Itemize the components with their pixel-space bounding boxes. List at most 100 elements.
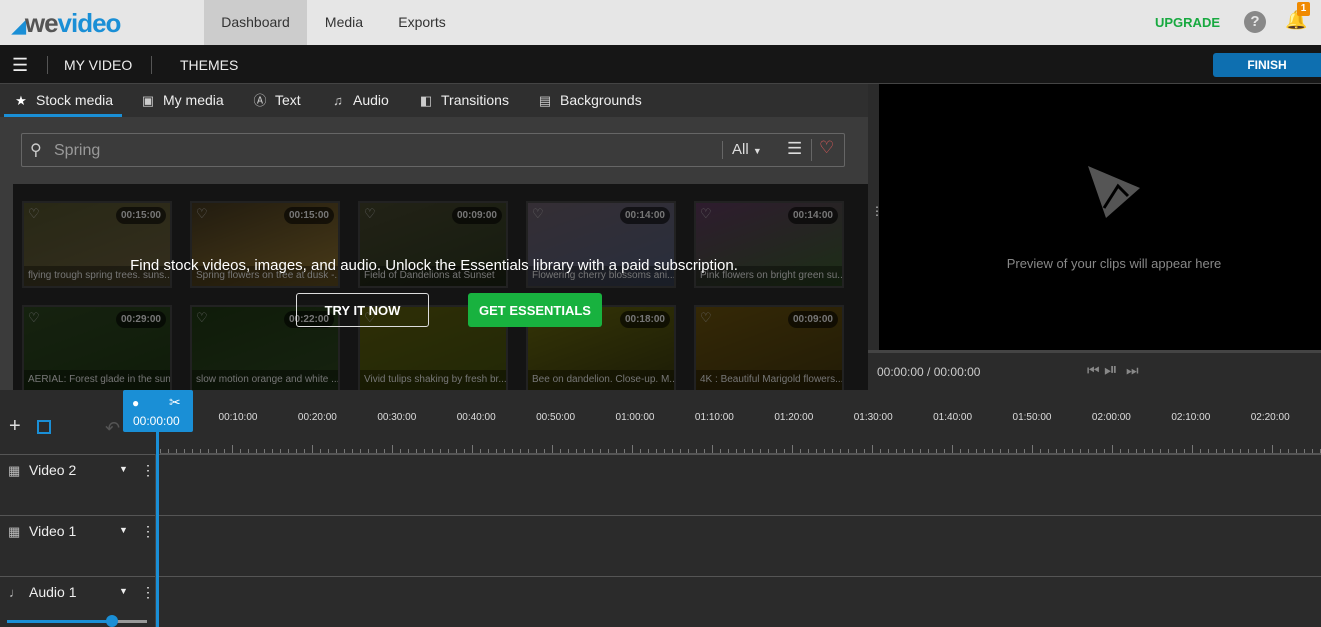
ruler-tick xyxy=(536,449,537,453)
film-icon: ▦ xyxy=(8,463,21,478)
tab-backgrounds[interactable]: ▤ Backgrounds xyxy=(537,84,642,117)
media-thumbnail[interactable]: ♡ 00:09:00 Field of Dandelions at Sunset xyxy=(358,201,508,288)
grid-gutter xyxy=(0,184,13,390)
nav-exports[interactable]: Exports xyxy=(381,0,463,45)
chevron-down-icon[interactable]: ▼ xyxy=(119,586,128,596)
heart-icon[interactable]: ♡ xyxy=(700,206,712,222)
ruler-tick xyxy=(968,449,969,453)
nav-dashboard[interactable]: Dashboard xyxy=(204,0,307,45)
ruler-tick xyxy=(288,449,289,453)
heart-icon[interactable]: ♡ xyxy=(532,206,544,222)
finish-button[interactable]: FINISH xyxy=(1213,53,1321,77)
wevideo-logo[interactable]: ◢wevideo xyxy=(12,8,121,39)
track-name: Audio 1 xyxy=(29,584,77,600)
tab-audio[interactable]: ♫ Audio xyxy=(330,84,389,117)
playhead[interactable]: ● ✂ 00:00:00 xyxy=(123,390,193,432)
track-name: Video 2 xyxy=(29,462,77,478)
heart-icon[interactable]: ♡ xyxy=(28,206,40,222)
duration-badge: 00:14:00 xyxy=(787,207,838,224)
track-name: Video 1 xyxy=(29,523,77,539)
ruler-tick xyxy=(424,449,425,453)
ruler-label: 01:00:00 xyxy=(615,412,655,423)
ruler-tick xyxy=(640,449,641,453)
settings-sliders-icon[interactable]: ☰ xyxy=(787,139,802,159)
ruler-label: 02:10:00 xyxy=(1171,412,1211,423)
more-options-icon[interactable]: ⋮ xyxy=(141,523,155,540)
hamburger-menu-icon[interactable]: ☰ xyxy=(12,55,28,76)
undo-icon[interactable]: ↶ xyxy=(105,418,120,439)
get-essentials-button[interactable]: GET ESSENTIALS xyxy=(468,293,602,327)
ruler-tick xyxy=(232,445,233,453)
ruler-tick xyxy=(408,449,409,453)
scissors-icon[interactable]: ✂ xyxy=(169,394,181,411)
nav-media[interactable]: Media xyxy=(307,0,381,45)
add-track-icon[interactable]: + xyxy=(9,415,21,438)
ruler-label: 00:20:00 xyxy=(297,412,337,423)
tab-text[interactable]: Ⓐ Text xyxy=(252,84,300,117)
audio-volume-slider[interactable] xyxy=(7,615,147,627)
heart-icon[interactable]: ♡ xyxy=(28,310,40,326)
ruler-tick xyxy=(856,449,857,453)
tab-transitions[interactable]: ◧ Transitions xyxy=(418,84,509,117)
ruler-tick xyxy=(1256,449,1257,453)
star-icon: ★ xyxy=(15,92,27,108)
ruler-tick xyxy=(576,449,577,453)
skip-back-icon[interactable]: ⏮ xyxy=(1087,362,1100,379)
heart-icon[interactable]: ♡ xyxy=(196,310,208,326)
filter-select[interactable]: All ▼ xyxy=(732,141,762,158)
ruler-tick xyxy=(320,449,321,453)
ruler-tick xyxy=(552,445,553,453)
ruler-tick xyxy=(1024,449,1025,453)
media-thumbnail[interactable]: ♡ 00:15:00 Spring flowers on tree at dusk … xyxy=(190,201,340,288)
ruler-tick xyxy=(608,449,609,453)
skip-forward-icon[interactable]: ⏭ xyxy=(1126,362,1139,379)
ruler-tick xyxy=(1008,449,1009,453)
ruler-tick xyxy=(760,449,761,453)
ruler-tick xyxy=(920,449,921,453)
ruler-tick xyxy=(736,449,737,453)
try-it-now-button[interactable]: TRY IT NOW xyxy=(296,293,429,327)
ruler-tick xyxy=(1096,449,1097,453)
themes-button[interactable]: THEMES xyxy=(180,57,238,73)
search-icon: ⚲ xyxy=(30,142,42,159)
upgrade-link[interactable]: UPGRADE xyxy=(1155,15,1220,30)
heart-icon[interactable]: ♡ xyxy=(196,206,208,222)
search-input[interactable] xyxy=(54,141,714,161)
chevron-down-icon[interactable]: ▼ xyxy=(119,464,128,474)
media-thumbnail[interactable]: ♡ 00:09:00 4K : Beautiful Marigold flowers… xyxy=(694,305,844,392)
media-thumbnail[interactable]: ♡ 00:15:00 flying trough spring trees. sun… xyxy=(22,201,172,288)
tab-stock-media[interactable]: ★ Stock media xyxy=(13,84,113,117)
media-title: Bee on dandelion. Close-up. M... xyxy=(528,370,674,390)
duration-badge: 00:09:00 xyxy=(451,207,502,224)
duration-badge: 00:15:00 xyxy=(115,207,166,224)
media-thumbnail[interactable]: ♡ 00:29:00 AERIAL: Forest glade in the sun xyxy=(22,305,172,392)
media-title: 4K : Beautiful Marigold flowers... xyxy=(696,370,842,390)
marker-icon[interactable]: ● xyxy=(132,396,139,410)
more-options-icon[interactable]: ⋮ xyxy=(141,584,155,601)
duration-badge: 00:15:00 xyxy=(283,207,334,224)
ruler-tick xyxy=(1248,449,1249,453)
ruler-tick xyxy=(840,449,841,453)
heart-icon[interactable]: ♡ xyxy=(364,206,376,222)
help-icon[interactable]: ? xyxy=(1244,11,1266,33)
media-thumbnail[interactable]: ♡ 00:14:00 Pink flowers on bright green su… xyxy=(694,201,844,288)
ruler-tick xyxy=(1016,449,1017,453)
heart-icon[interactable]: ♡ xyxy=(819,138,834,158)
panel-resize-handle[interactable]: ⋮ xyxy=(868,84,883,390)
more-options-icon[interactable]: ⋮ xyxy=(141,462,155,479)
ruler-tick xyxy=(632,445,633,453)
time-ruler[interactable] xyxy=(160,440,1321,454)
tab-my-media[interactable]: ▣ My media xyxy=(140,84,224,117)
playhead-line[interactable] xyxy=(156,430,159,627)
folder-icon: ▣ xyxy=(141,92,155,108)
ruler-tick xyxy=(712,445,713,453)
heart-icon[interactable]: ♡ xyxy=(700,310,712,326)
wevideo-play-icon xyxy=(1088,166,1140,218)
ruler-tick xyxy=(224,449,225,453)
ruler-tick xyxy=(248,449,249,453)
snap-icon[interactable] xyxy=(37,420,51,434)
play-icon[interactable]: ⏯ xyxy=(1104,360,1118,380)
chevron-down-icon[interactable]: ▼ xyxy=(119,525,128,535)
media-thumbnail[interactable]: ♡ 00:14:00 Flowering cherry blossoms ani..… xyxy=(526,201,676,288)
my-video-title[interactable]: MY VIDEO xyxy=(64,57,132,73)
